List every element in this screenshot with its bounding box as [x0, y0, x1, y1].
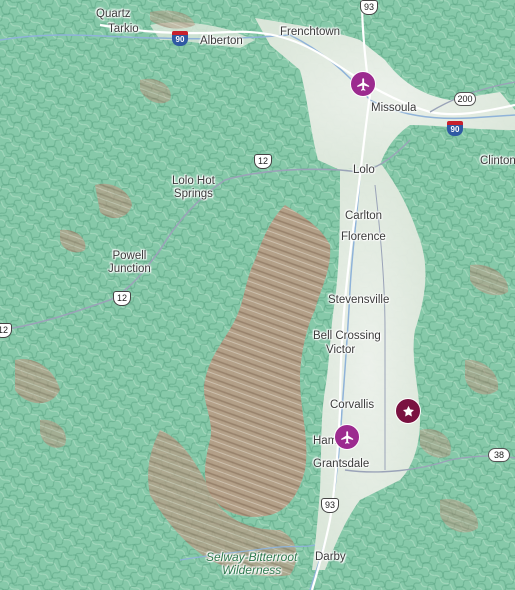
place-label-carlton[interactable]: Carlton — [345, 210, 382, 223]
place-label-stevensville[interactable]: Stevensville — [328, 294, 389, 307]
i-90-shield[interactable]: 90 — [447, 121, 463, 136]
us-93-shield[interactable]: 93 — [321, 498, 339, 513]
place-label-florence[interactable]: Florence — [341, 231, 386, 244]
us-93-shield[interactable]: 93 — [360, 0, 378, 15]
airplane-icon — [356, 77, 369, 91]
wilderness-label[interactable]: Selway-Bitterroot Wilderness — [206, 551, 297, 577]
mt-38-shield[interactable]: 38 — [488, 448, 510, 462]
place-label-darby[interactable]: Darby — [315, 551, 346, 564]
corvallis-landmark-marker[interactable] — [395, 398, 421, 424]
airplane-icon — [340, 430, 353, 444]
us-12-shield[interactable]: 12 — [254, 154, 272, 169]
place-label-victor[interactable]: Victor — [326, 344, 355, 357]
place-label-tarkio[interactable]: Tarkio — [108, 23, 139, 36]
place-label-bell-crossing[interactable]: Bell Crossing — [313, 330, 381, 343]
place-label-lolo[interactable]: Lolo — [353, 164, 375, 177]
hamilton-airport-marker[interactable] — [334, 424, 360, 450]
place-label-powell-junction[interactable]: Powell Junction — [108, 250, 151, 276]
star-icon — [402, 405, 414, 416]
map-canvas[interactable] — [0, 0, 515, 590]
missoula-airport-marker[interactable] — [350, 71, 376, 97]
place-label-quartz[interactable]: Quartz — [96, 8, 131, 21]
place-label-corvallis[interactable]: Corvallis — [330, 399, 374, 412]
place-label-lolo-hot-springs[interactable]: Lolo Hot Springs — [172, 175, 215, 201]
mt-200-shield[interactable]: 200 — [454, 92, 476, 106]
place-label-alberton[interactable]: Alberton — [200, 35, 243, 48]
place-label-grantsdale[interactable]: Grantsdale — [313, 458, 369, 471]
i-90-shield[interactable]: 90 — [172, 31, 188, 46]
place-label-clinton[interactable]: Clinton — [480, 155, 515, 168]
us-12-shield[interactable]: 12 — [113, 291, 131, 306]
place-label-frenchtown[interactable]: Frenchtown — [280, 26, 340, 39]
place-label-missoula[interactable]: Missoula — [371, 102, 416, 115]
